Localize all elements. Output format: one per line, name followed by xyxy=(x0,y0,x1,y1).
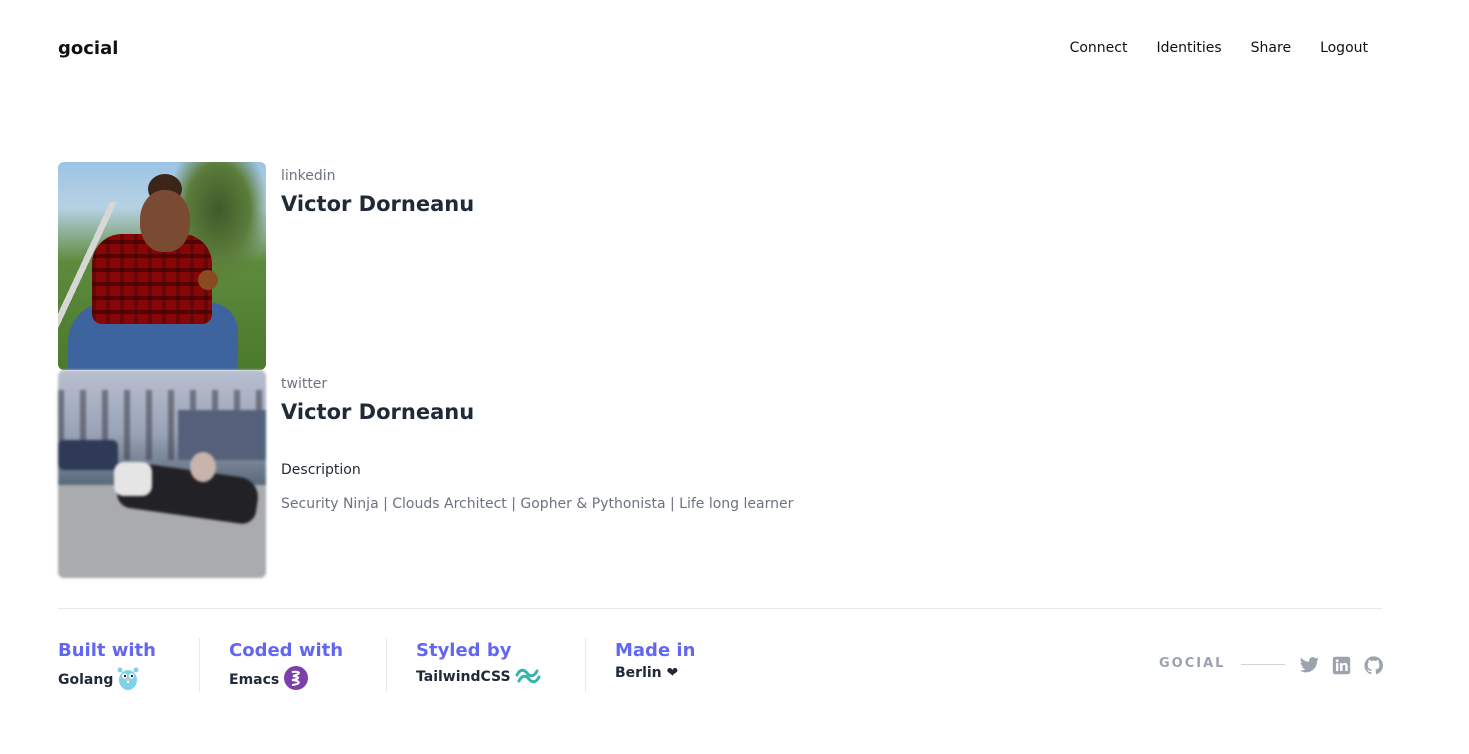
nav-connect[interactable]: Connect xyxy=(1070,40,1128,56)
nav-share[interactable]: Share xyxy=(1251,40,1291,56)
footer-separator xyxy=(199,638,200,692)
description-text: Security Ninja | Clouds Architect | Goph… xyxy=(281,495,794,512)
footer-title: Made in xyxy=(615,640,696,661)
identity-provider: linkedin xyxy=(281,168,336,184)
github-icon[interactable] xyxy=(1363,655,1383,675)
twitter-icon[interactable] xyxy=(1299,655,1319,675)
footer-separator xyxy=(585,638,586,692)
footer-styled-by: Styled by TailwindCSS xyxy=(416,638,541,692)
identity-card-twitter: twitter Victor Dorneanu Description Secu… xyxy=(58,370,793,578)
footer-value: Emacs xyxy=(229,671,280,688)
footer-value: Berlin ❤ xyxy=(615,664,679,681)
gopher-icon xyxy=(117,665,139,695)
profile-photo xyxy=(58,370,266,578)
footer-brand-line xyxy=(1241,664,1285,665)
identity-provider: twitter xyxy=(281,376,328,392)
footer-divider xyxy=(58,608,1382,609)
footer-title: Built with xyxy=(58,640,156,661)
identity-name: Victor Dorneanu xyxy=(281,399,475,424)
top-nav: Connect Identities Share Logout xyxy=(1070,40,1368,56)
brand-logo[interactable]: gocial xyxy=(58,38,118,59)
linkedin-icon[interactable] xyxy=(1331,655,1351,675)
footer-title: Styled by xyxy=(416,640,512,661)
nav-logout[interactable]: Logout xyxy=(1320,40,1368,56)
footer-value: Golang xyxy=(58,671,114,688)
identity-card-linkedin: linkedin Victor Dorneanu xyxy=(58,162,474,370)
footer-made-in: Made in Berlin ❤ xyxy=(615,638,695,692)
footer-built-with: Built with Golang xyxy=(58,638,156,692)
footer-coded-with: Coded with Emacs xyxy=(229,638,343,692)
footer-separator xyxy=(386,638,387,692)
emacs-icon xyxy=(283,665,309,695)
nav-identities[interactable]: Identities xyxy=(1156,40,1221,56)
tailwind-icon xyxy=(515,665,541,689)
profile-photo xyxy=(58,162,266,370)
description-label: Description xyxy=(281,461,361,478)
footer-title: Coded with xyxy=(229,640,344,661)
identity-name: Victor Dorneanu xyxy=(281,191,475,216)
footer-brand: GOCIAL xyxy=(1159,656,1226,671)
footer-value: TailwindCSS xyxy=(416,668,511,685)
